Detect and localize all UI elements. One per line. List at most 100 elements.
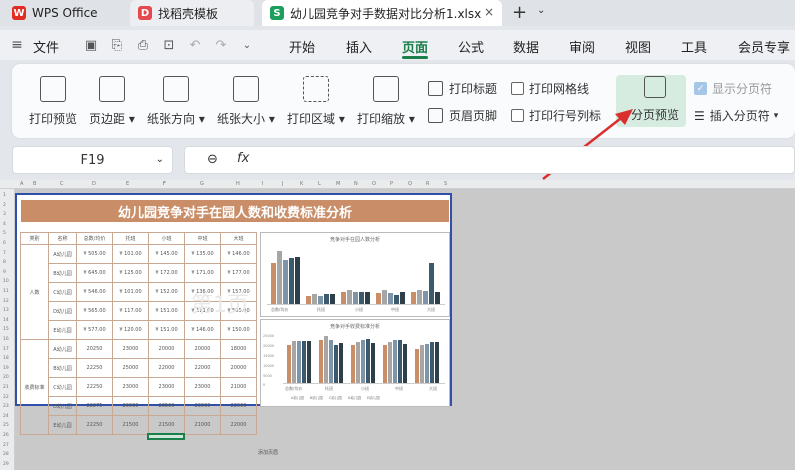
print-titles-button[interactable]: 打印标题 [428, 80, 497, 97]
row-header[interactable]: 29 [3, 462, 9, 467]
row-header[interactable]: 24 [3, 414, 9, 419]
row-header[interactable]: 19 [3, 366, 9, 371]
table-cell[interactable]: B幼儿园 [48, 263, 77, 283]
table-cell[interactable]: 18000 [220, 339, 257, 359]
row-header[interactable]: 6 [3, 241, 6, 246]
row-header[interactable]: 3 [3, 212, 6, 217]
tab-wps-office[interactable]: W WPS Office [4, 0, 122, 26]
checkbox-box[interactable]: ✓ [694, 82, 707, 95]
menu-file[interactable]: 文件 [33, 37, 59, 56]
column-header[interactable]: L [318, 181, 321, 187]
insert-page-break-button[interactable]: ☰ 插入分页符 ▾ [694, 107, 778, 124]
row-header[interactable]: 16 [3, 337, 9, 342]
table-cell[interactable]: ¥ 146.00 [220, 244, 257, 264]
table-header-cell[interactable]: 中班 [184, 232, 221, 245]
formula-input[interactable]: ⊖ fx [184, 146, 795, 174]
table-cell[interactable]: 22250 [76, 377, 113, 397]
table-cell[interactable]: 23000 [112, 339, 149, 359]
table-cell[interactable]: 20000 [220, 358, 257, 378]
table-cell[interactable]: E幼儿园 [48, 320, 77, 340]
fx-icon[interactable]: fx [237, 151, 249, 166]
row-header[interactable]: 9 [3, 270, 6, 275]
table-cell[interactable]: B幼儿园 [48, 358, 77, 378]
table-cell[interactable]: ¥ 171.00 [184, 263, 221, 283]
header-footer-button[interactable]: 页眉页脚 [428, 107, 497, 124]
column-header[interactable]: P [390, 181, 393, 187]
table-cell[interactable]: ¥ 120.00 [112, 320, 149, 340]
table-cell[interactable]: ¥ 125.00 [112, 263, 149, 283]
save-icon[interactable]: ▣ [82, 36, 100, 54]
table-cell[interactable]: ¥ 505.00 [76, 244, 113, 264]
hamburger-icon[interactable]: ≡ [8, 36, 26, 54]
selected-cell[interactable] [147, 433, 185, 440]
checkbox-box[interactable] [511, 109, 524, 122]
column-header[interactable]: E [126, 181, 129, 187]
column-header[interactable]: O [372, 181, 376, 187]
table-cell[interactable]: 23000 [148, 377, 185, 397]
column-header[interactable]: H [236, 181, 240, 187]
table-cell[interactable]: ¥ 146.00 [184, 320, 221, 340]
new-tab-button[interactable]: + [512, 2, 527, 23]
table-cell[interactable]: 23500 [148, 396, 185, 416]
row-header[interactable]: 25 [3, 423, 9, 428]
table-cell[interactable]: 21000 [220, 377, 257, 397]
menu-tools[interactable]: 工具 [681, 37, 707, 56]
table-header-cell[interactable]: 大班 [220, 232, 257, 245]
column-header[interactable]: M [336, 181, 340, 187]
menu-page[interactable]: 页面 [402, 37, 428, 56]
table-cell[interactable]: ¥ 177.00 [220, 263, 257, 283]
table-header-cell[interactable]: 小班 [148, 232, 185, 245]
row-header[interactable]: 8 [3, 260, 6, 265]
table-cell[interactable]: 22250 [76, 358, 113, 378]
table-header-cell[interactable]: 类别 [20, 232, 49, 245]
table-cell[interactable]: 20000 [112, 396, 149, 416]
table-cell[interactable]: 21500 [112, 415, 149, 435]
table-cell[interactable]: 22000 [220, 396, 257, 416]
table-cell[interactable]: 21000 [184, 415, 221, 435]
table-cell[interactable]: 22275 [76, 396, 113, 416]
table-cell[interactable]: ¥ 546.00 [76, 282, 113, 302]
table-cell[interactable]: 23000 [184, 377, 221, 397]
menu-insert[interactable]: 插入 [346, 37, 372, 56]
table-cell[interactable]: 22000 [220, 415, 257, 435]
close-icon[interactable]: × [484, 5, 494, 19]
redo-icon[interactable]: ↷ [212, 36, 230, 54]
column-header[interactable]: G [200, 181, 204, 187]
column-header[interactable]: R [426, 181, 429, 187]
checkbox-box[interactable] [511, 82, 524, 95]
print-scaling-button[interactable]: 打印缩放 ▾ [357, 76, 415, 127]
menu-member[interactable]: 会员专享 [738, 37, 790, 56]
chevron-down-icon[interactable]: ⌄ [156, 154, 164, 165]
table-cell[interactable]: 20000 [148, 339, 185, 359]
row-header[interactable]: 28 [3, 452, 9, 457]
row-header[interactable]: 21 [3, 385, 9, 390]
column-header[interactable]: S [444, 181, 447, 187]
table-cell[interactable]: 25000 [112, 358, 149, 378]
row-header[interactable]: 14 [3, 318, 9, 323]
table-cell[interactable]: ¥ 152.00 [148, 282, 185, 302]
column-header[interactable]: K [300, 181, 303, 187]
chart-enrollment[interactable]: 竞争对手在园人数分析 总数/均价 托班 小班 中班 大班 [260, 232, 450, 317]
chevron-down-icon[interactable]: ⌄ [537, 5, 545, 16]
menu-formula[interactable]: 公式 [458, 37, 484, 56]
table-cell[interactable]: D幼儿园 [48, 301, 77, 321]
table-header-cell[interactable]: 总数/均价 [76, 232, 113, 245]
table-cell[interactable]: ¥ 101.00 [112, 244, 149, 264]
row-header[interactable]: 27 [3, 443, 9, 448]
table-cell[interactable]: 23000 [184, 396, 221, 416]
column-header[interactable]: D [92, 181, 96, 187]
zoom-icon[interactable]: ⊖ [207, 152, 218, 167]
table-cell[interactable]: 21500 [148, 415, 185, 435]
table-cell[interactable]: 23000 [112, 377, 149, 397]
margins-button[interactable]: 页边距 ▾ [89, 76, 135, 127]
row-header[interactable]: 1 [3, 193, 6, 198]
table-cell[interactable]: D幼儿园 [48, 396, 77, 416]
menu-data[interactable]: 数据 [513, 37, 539, 56]
tab-current-workbook[interactable]: S 幼儿园竞争对手数据对比分析1.xlsx × [262, 0, 502, 26]
table-cell[interactable]: C幼儿园 [48, 377, 77, 397]
print-preview-button[interactable]: 打印预览 [29, 76, 77, 127]
export-icon[interactable]: ⎘ [108, 36, 126, 54]
print-preview-icon[interactable]: ⊡ [160, 36, 178, 54]
table-cell[interactable]: A幼儿园 [48, 244, 77, 264]
chevron-down-icon[interactable]: ⌄ [238, 36, 256, 54]
